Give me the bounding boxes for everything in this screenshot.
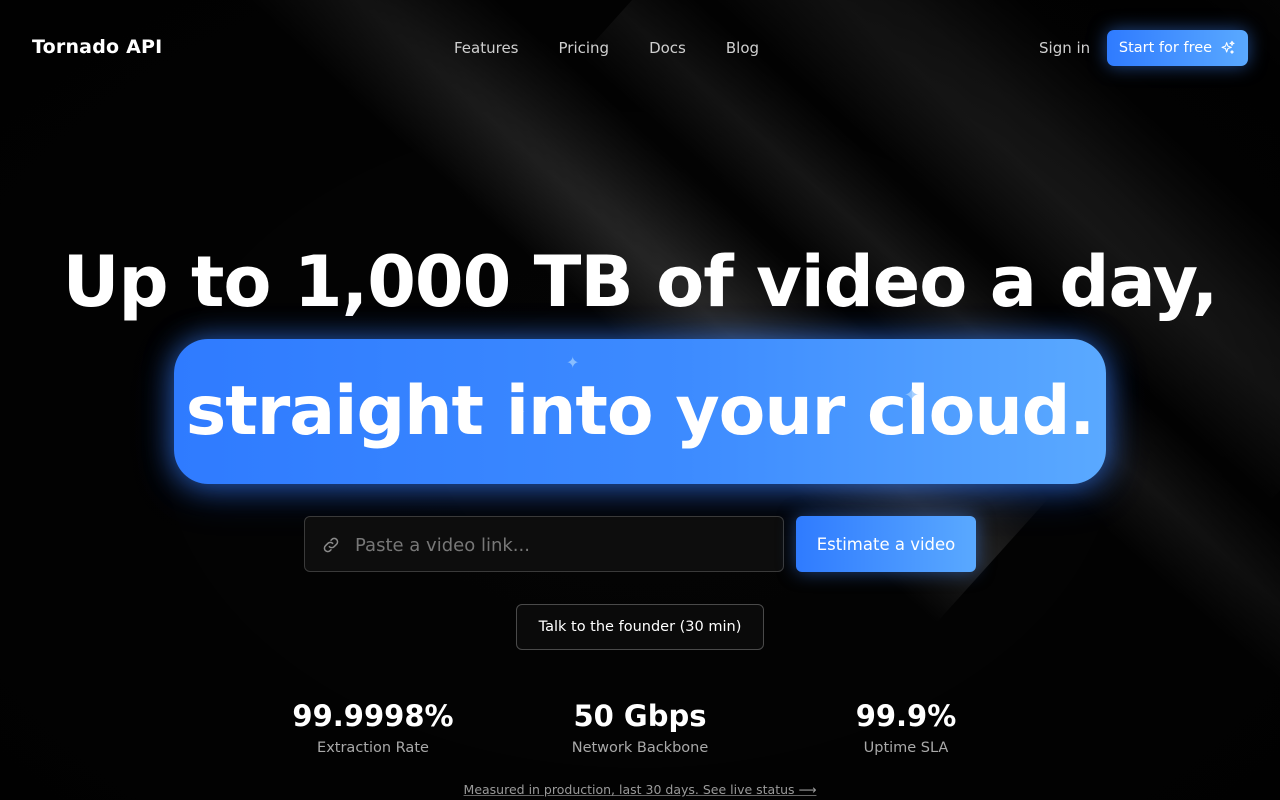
estimate-video-button[interactable]: Estimate a video (796, 516, 976, 572)
stat-label: Network Backbone (571, 740, 709, 756)
stat-extraction-rate: 99.9998% Extraction Rate (243, 698, 503, 756)
cta-label: Start for free (1118, 40, 1213, 56)
video-link-input[interactable] (353, 517, 777, 573)
live-status-link[interactable]: Measured in production, last 30 days. Se… (464, 782, 817, 797)
stat-label: Extraction Rate (317, 740, 429, 756)
top-nav: Tornado API Features Pricing Docs Blog S… (0, 0, 1280, 96)
hero-highlight-text: straight into your cloud. (185, 372, 1096, 451)
nav-link-blog[interactable]: Blog (726, 39, 759, 57)
stat-value: 50 Gbps (573, 699, 707, 733)
stat-label: Uptime SLA (863, 740, 949, 756)
talk-to-founder-button[interactable]: Talk to the founder (30 min) (516, 604, 764, 650)
stat-value: 99.9998% (292, 699, 454, 733)
link-icon (323, 537, 339, 553)
logo[interactable]: Tornado API (32, 36, 162, 58)
sparkle-icon: ✦ (566, 353, 580, 372)
nav-link-features[interactable]: Features (454, 39, 519, 57)
measured-footnote: Measured in production, last 30 days. Se… (0, 782, 1280, 797)
nav-links: Features Pricing Docs Blog (454, 39, 759, 57)
sparkles-icon (1221, 40, 1235, 54)
stat-value: 99.9% (855, 699, 957, 733)
sparkle-icon: ✦ (514, 405, 525, 420)
hero-highlight-pill: ✦ ✦ ✦ straight into your cloud. (174, 339, 1106, 484)
sign-in-link[interactable]: Sign in (1039, 39, 1090, 57)
stat-uptime-sla: 99.9% Uptime SLA (776, 698, 1036, 756)
start-for-free-button[interactable]: Start for free (1107, 30, 1248, 66)
stat-network-backbone: 50 Gbps Network Backbone (510, 698, 770, 756)
nav-link-pricing[interactable]: Pricing (559, 39, 610, 57)
hero-headline: Up to 1,000 TB of video a day, (62, 241, 1219, 323)
nav-link-docs[interactable]: Docs (649, 39, 686, 57)
video-link-field (304, 516, 784, 573)
sparkle-icon: ✦ (904, 385, 920, 406)
